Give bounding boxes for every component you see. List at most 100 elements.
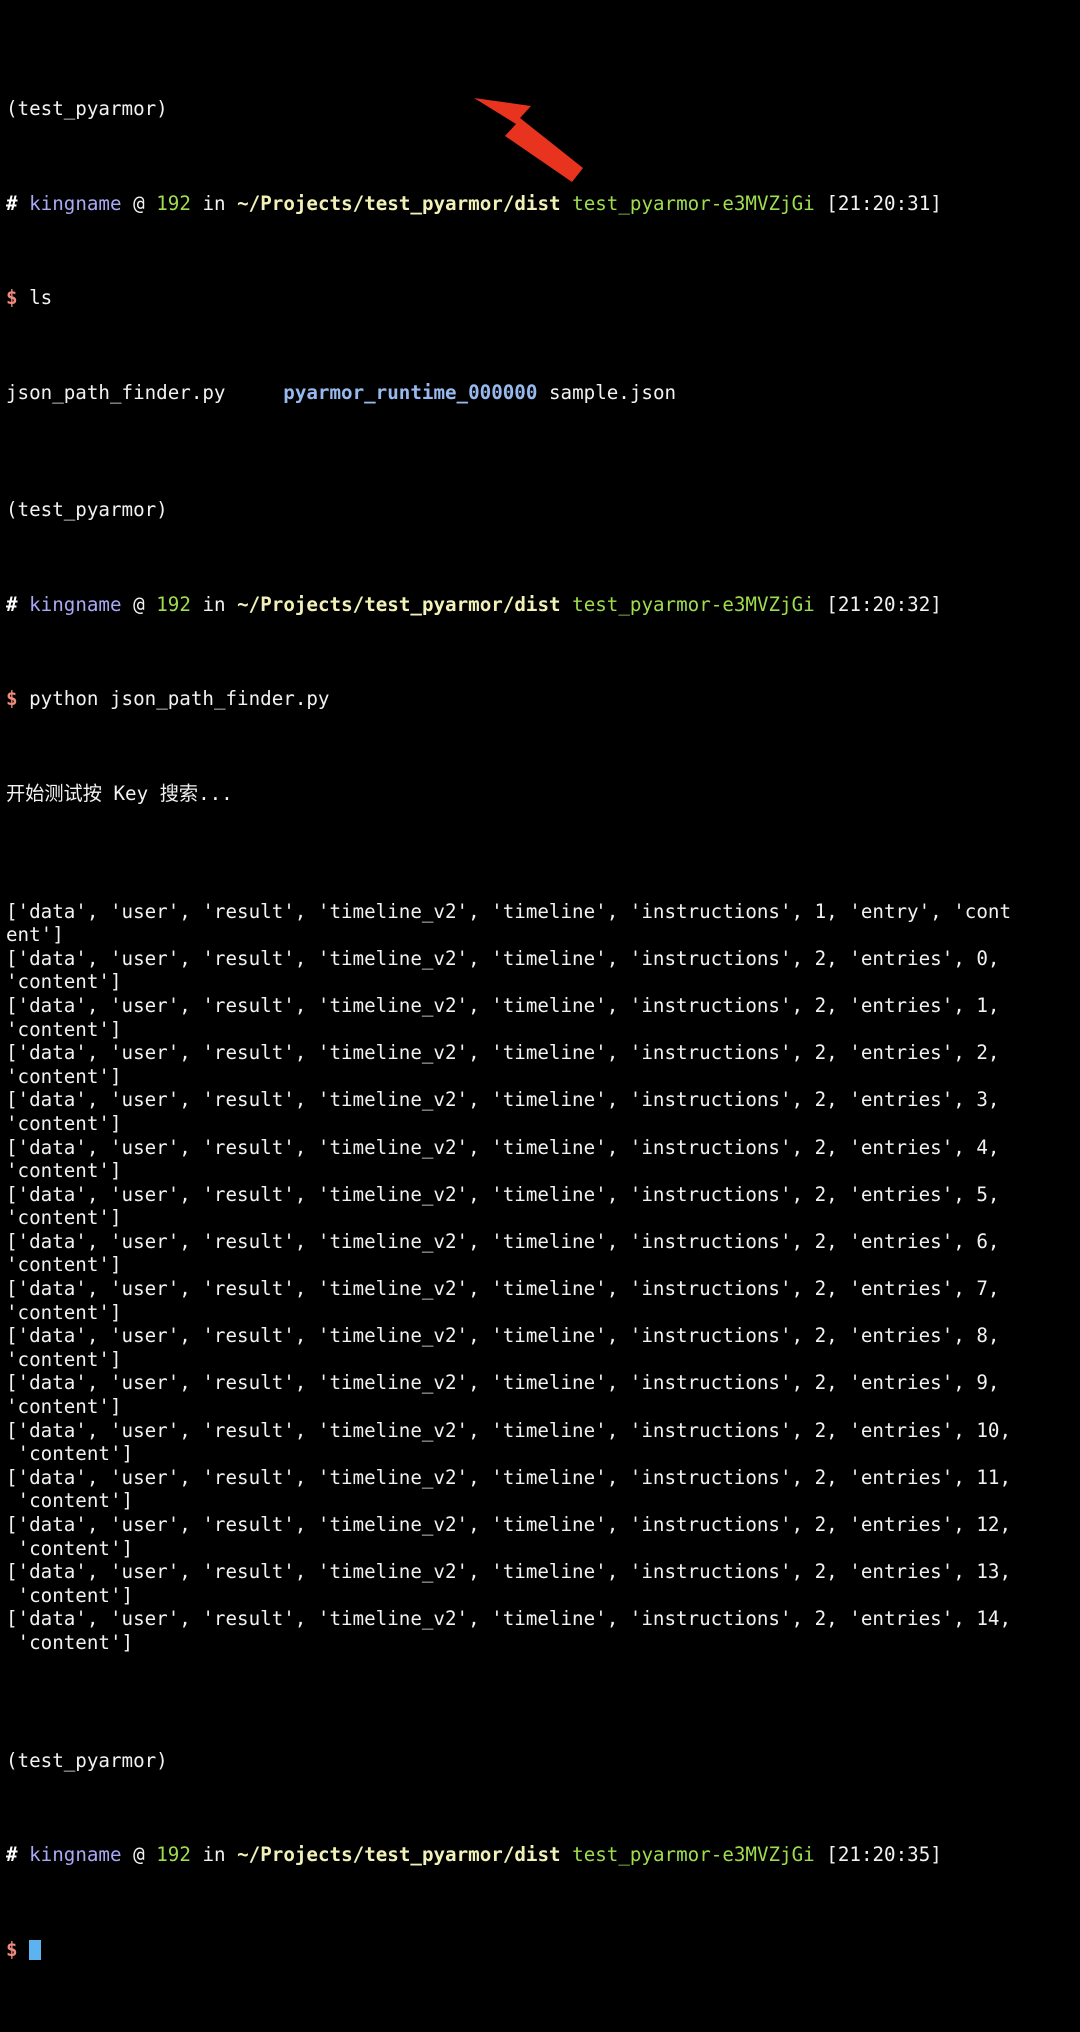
prompt-timestamp-3: [21:20:35] — [826, 1843, 942, 1867]
ls-gap-2 — [537, 381, 549, 404]
result-line: 'content'] — [6, 1159, 122, 1183]
result-line: ['data', 'user', 'result', 'timeline_v2'… — [6, 1560, 1012, 1584]
result-entry: ['data', 'user', 'result', 'timeline_v2'… — [6, 994, 1080, 1041]
result-entry: ['data', 'user', 'result', 'timeline_v2'… — [6, 1513, 1080, 1560]
result-line: ['data', 'user', 'result', 'timeline_v2'… — [6, 1513, 1012, 1536]
program-banner-line: 开始测试按 Key 搜索... — [6, 782, 1080, 806]
prompt-path: ~/Projects/test_pyarmor/dist — [237, 191, 561, 215]
result-entry: ['data', 'user', 'result', 'timeline_v2'… — [6, 1560, 1080, 1607]
terminal-window[interactable]: (test_pyarmor) # kingname @ 192 in ~/Pro… — [0, 0, 1080, 1961]
ls-gap-1 — [226, 381, 284, 404]
result-entry: ['data', 'user', 'result', 'timeline_v2'… — [6, 1277, 1080, 1324]
result-line: ['data', 'user', 'result', 'timeline_v2'… — [6, 1135, 1012, 1159]
result-line: 'content'] — [6, 1111, 122, 1135]
prompt-host-3: 192 — [156, 1843, 191, 1867]
prompt-user-3: kingname — [29, 1843, 122, 1867]
venv-label-2: (test_pyarmor) — [6, 498, 168, 522]
prompt-sigil: $ — [6, 286, 18, 310]
prompt-at: @ — [133, 191, 145, 215]
result-line: 'content'] — [6, 1442, 134, 1466]
result-line: ['data', 'user', 'result', 'timeline_v2'… — [6, 1229, 1012, 1253]
result-line: ['data', 'user', 'result', 'timeline_v2'… — [6, 1465, 1012, 1489]
result-line: 'content'] — [6, 1489, 134, 1513]
prompt-at-3: @ — [133, 1843, 145, 1867]
prompt-in-3: in — [202, 1843, 226, 1867]
text-cursor[interactable] — [29, 1939, 41, 1960]
prompt-line-3: # kingname @ 192 in ~/Projects/test_pyar… — [6, 1843, 1080, 1867]
prompt-at-2: @ — [133, 592, 145, 616]
prompt-line-2: # kingname @ 192 in ~/Projects/test_pyar… — [6, 593, 1080, 617]
venv-label: (test_pyarmor) — [6, 97, 168, 121]
venv-label-line-2: (test_pyarmor) — [6, 498, 1080, 522]
result-line: ent'] — [6, 923, 64, 947]
result-entry: ['data', 'user', 'result', 'timeline_v2'… — [6, 1183, 1080, 1230]
result-entry: ['data', 'user', 'result', 'timeline_v2'… — [6, 1136, 1080, 1183]
result-line: ['data', 'user', 'result', 'timeline_v2'… — [6, 1182, 1012, 1206]
prompt-hash: # — [6, 191, 18, 215]
result-line: 'content'] — [6, 1064, 122, 1088]
result-line: 'content'] — [6, 1347, 122, 1371]
result-line: ['data', 'user', 'result', 'timeline_v2'… — [6, 946, 1012, 970]
result-entry: ['data', 'user', 'result', 'timeline_v2'… — [6, 1607, 1080, 1654]
result-line: ['data', 'user', 'result', 'timeline_v2'… — [6, 993, 1012, 1017]
result-line: 'content'] — [6, 1206, 122, 1230]
result-line: 'content'] — [6, 1017, 122, 1041]
prompt-host: 192 — [156, 191, 191, 215]
prompt-in-2: in — [202, 592, 226, 616]
prompt-sigil-2: $ — [6, 687, 18, 711]
prompt-line-1: # kingname @ 192 in ~/Projects/test_pyar… — [6, 192, 1080, 216]
prompt-timestamp: [21:20:31] — [826, 191, 942, 215]
result-line: 'content'] — [6, 1300, 122, 1324]
prompt-host-2: 192 — [156, 592, 191, 616]
result-line: ['data', 'user', 'result', 'timeline_v2'… — [6, 1371, 1012, 1395]
dir-pyarmor-runtime: pyarmor_runtime_000000 — [283, 380, 538, 404]
result-line: ['data', 'user', 'result', 'timeline_v2'… — [6, 1324, 1012, 1348]
ls-output-line: json_path_finder.py pyarmor_runtime_0000… — [6, 381, 1080, 405]
result-line: 'content'] — [6, 970, 122, 994]
file-json-path-finder: json_path_finder.py — [6, 380, 226, 404]
terminal-screen[interactable]: (test_pyarmor) # kingname @ 192 in ~/Pro… — [6, 3, 1080, 2032]
result-entry: ['data', 'user', 'result', 'timeline_v2'… — [6, 1041, 1080, 1088]
prompt-branch-2: test_pyarmor-e3MVZjGi — [572, 592, 815, 616]
result-entry: ['data', 'user', 'result', 'timeline_v2'… — [6, 1466, 1080, 1513]
prompt-hash-2: # — [6, 592, 18, 616]
result-line: ['data', 'user', 'result', 'timeline_v2'… — [6, 1088, 1012, 1112]
file-sample-json: sample.json — [548, 380, 677, 404]
prompt-in: in — [202, 191, 226, 215]
result-line: 'content'] — [6, 1583, 134, 1607]
result-entry: ['data', 'user', 'result', 'timeline_v2'… — [6, 1088, 1080, 1135]
result-entry: ['data', 'user', 'result', 'timeline_v2'… — [6, 947, 1080, 994]
result-line: ['data', 'user', 'result', 'timeline_v2'… — [6, 1041, 1012, 1065]
result-entry: ['data', 'user', 'result', 'timeline_v2'… — [6, 900, 1080, 947]
venv-label-3: (test_pyarmor) — [6, 1748, 168, 1772]
prompt-path-3: ~/Projects/test_pyarmor/dist — [237, 1843, 561, 1867]
prompt-sigil-3: $ — [6, 1937, 18, 1961]
result-line: ['data', 'user', 'result', 'timeline_v2'… — [6, 899, 1012, 923]
prompt-branch-3: test_pyarmor-e3MVZjGi — [572, 1843, 815, 1867]
result-line: ['data', 'user', 'result', 'timeline_v2'… — [6, 1418, 1012, 1442]
command-line-python: $ python json_path_finder.py — [6, 687, 1080, 711]
program-banner: 开始测试按 Key 搜索... — [6, 781, 233, 805]
result-line: 'content'] — [6, 1536, 134, 1560]
result-line: ['data', 'user', 'result', 'timeline_v2'… — [6, 1607, 1012, 1631]
prompt-timestamp-2: [21:20:32] — [826, 592, 942, 616]
prompt-branch: test_pyarmor-e3MVZjGi — [572, 191, 815, 215]
venv-label-line-1: (test_pyarmor) — [6, 97, 1080, 121]
result-line: 'content'] — [6, 1395, 122, 1419]
result-entry: ['data', 'user', 'result', 'timeline_v2'… — [6, 1419, 1080, 1466]
prompt-user-2: kingname — [29, 592, 122, 616]
results-output: ['data', 'user', 'result', 'timeline_v2'… — [6, 900, 1080, 1655]
prompt-hash-3: # — [6, 1843, 18, 1867]
result-line: 'content'] — [6, 1253, 122, 1277]
prompt-user: kingname — [29, 191, 122, 215]
prompt-path-2: ~/Projects/test_pyarmor/dist — [237, 592, 561, 616]
result-entry: ['data', 'user', 'result', 'timeline_v2'… — [6, 1371, 1080, 1418]
result-entry: ['data', 'user', 'result', 'timeline_v2'… — [6, 1324, 1080, 1371]
result-line: 'content'] — [6, 1630, 134, 1654]
command-line-active[interactable]: $ — [6, 1938, 1080, 1962]
result-entry: ['data', 'user', 'result', 'timeline_v2'… — [6, 1230, 1080, 1277]
result-line: ['data', 'user', 'result', 'timeline_v2'… — [6, 1277, 1012, 1301]
command-line-ls: $ ls — [6, 286, 1080, 310]
command-ls: ls — [29, 286, 53, 310]
command-python: python json_path_finder.py — [29, 687, 330, 711]
